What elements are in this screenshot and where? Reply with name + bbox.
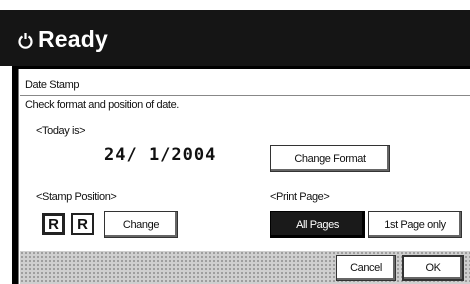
status-header: Ready <box>0 10 470 66</box>
instruction-text: Check format and position of date. <box>25 99 179 111</box>
dialog-title: Date Stamp <box>25 79 80 91</box>
change-format-button[interactable]: Change Format <box>270 145 390 172</box>
change-position-button[interactable]: Change <box>104 211 178 238</box>
power-ring-icon <box>18 33 33 49</box>
print-page-label: <Print Page> <box>270 191 330 203</box>
stamp-position-label: <Stamp Position> <box>36 191 117 203</box>
stamp-position-option-2[interactable]: R <box>71 213 94 235</box>
cancel-button[interactable]: Cancel <box>336 255 396 281</box>
ok-button[interactable]: OK <box>402 255 464 281</box>
all-pages-button[interactable]: All Pages <box>270 211 365 238</box>
status-text: Ready <box>38 26 109 52</box>
today-label: <Today is> <box>36 125 86 137</box>
first-page-only-button[interactable]: 1st Page only <box>368 211 462 238</box>
today-date-value: 24/ 1/2004 <box>104 145 217 165</box>
stamp-position-option-1[interactable]: R <box>42 213 65 235</box>
copier-panel-screen: Ready Date Stamp Check format and positi… <box>0 0 470 284</box>
title-divider <box>20 95 470 96</box>
